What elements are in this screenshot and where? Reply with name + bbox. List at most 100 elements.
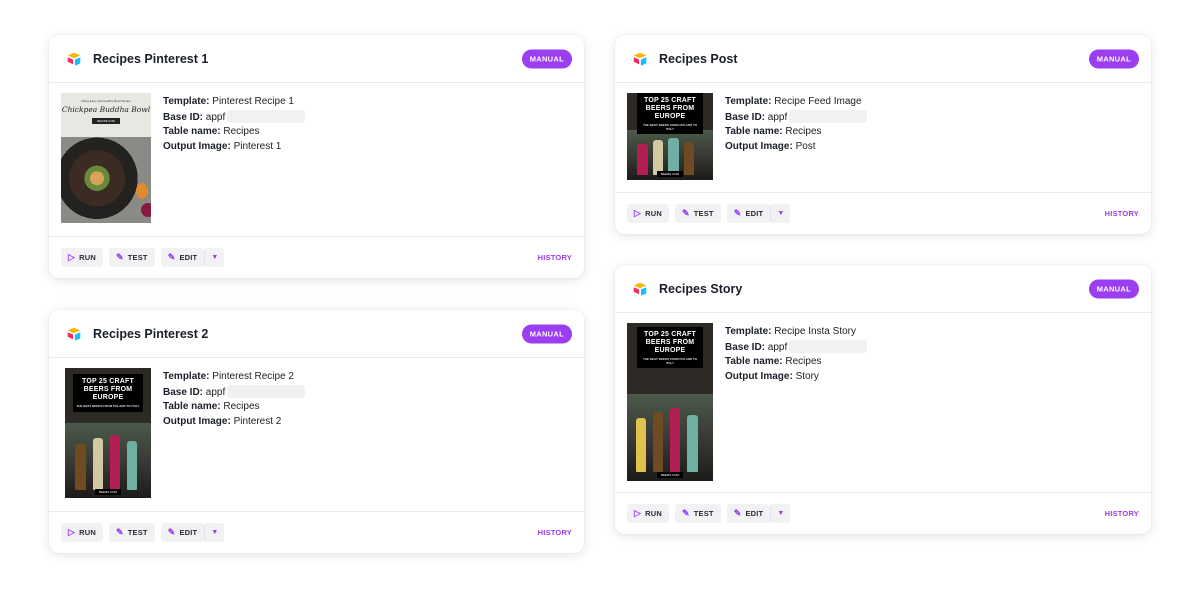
template-row: Template: Recipe Insta Story [725,326,856,337]
history-link[interactable]: HISTORY [1105,209,1139,218]
thumbnail-subtitle: THE BEST BEERS FROM POLAND TO ITALY [642,357,698,365]
card-header: Recipes Pinterest 2 MANUAL [49,310,584,358]
pencil-icon: ✎ [167,252,176,262]
thumbnail-headline: TOP 25 CRAFT BEERS FROM EUROPE THE BEST … [637,93,703,135]
pencil-icon: ✎ [167,527,176,537]
thumbnail-title: Chickpea Buddha Bowl [61,105,151,114]
table-name-row: Table name: Recipes [725,126,822,137]
thumbnail-title: TOP 25 CRAFT BEERS FROM EUROPE [644,97,696,121]
run-button[interactable]: ▷ RUN [627,504,669,523]
template-thumbnail[interactable]: TOP 25 CRAFT BEERS FROM EUROPE THE BEST … [65,368,151,498]
test-button[interactable]: ✎ TEST [108,523,155,542]
base-id-value: appf [767,111,788,123]
card-info: Template: Recipe Insta Story Base ID: ap… [725,325,868,481]
card-header: Recipes Post MANUAL [615,35,1151,83]
card-actions: ▷ RUN ✎ TEST ✎ EDIT ▼ HISTORY [615,192,1151,234]
card-title: Recipes Pinterest 1 [93,51,209,66]
chevron-down-icon: ▼ [211,529,219,536]
table-name-row: Table name: Recipes [163,126,260,137]
run-button[interactable]: ▷ RUN [627,204,669,223]
history-link[interactable]: HISTORY [538,253,572,262]
template-value: Pinterest Recipe 1 [212,96,294,107]
base-id-row: Base ID: appf [725,339,868,356]
base-id-row: Base ID: appf [163,109,306,126]
trigger-mode-badge: MANUAL [521,324,572,343]
pencil-icon: ✎ [733,508,742,518]
base-id-row: Base ID: appf [725,109,868,126]
table-name-row: Table name: Recipes [725,356,822,367]
redacted-value [789,109,868,123]
automation-card: Recipes Post MANUAL TOP 25 CRAFT BEERS F… [615,35,1151,234]
more-actions-dropdown[interactable]: ▼ [770,504,791,523]
template-thumbnail[interactable]: TOP 25 CRAFT BEERS FROM EUROPE THE BEST … [627,323,713,481]
thumbnail-title: TOP 25 CRAFT BEERS FROM EUROPE [644,331,696,355]
thumbnail-top-text: Filling Easy and Healthy Bowl Recipe [81,99,131,103]
output-image-value: Post [795,140,816,152]
play-icon: ▷ [634,208,642,218]
run-button[interactable]: ▷ RUN [61,523,103,542]
base-id-row: Base ID: appf [163,384,306,401]
table-name-value: Recipes [785,356,822,367]
output-image-row: Output Image: Story [725,370,819,382]
template-value: Pinterest Recipe 2 [212,371,294,382]
card-info: Template: Pinterest Recipe 1 Base ID: ap… [163,95,306,223]
pencil-icon: ✎ [733,208,742,218]
beet-decor [141,203,151,217]
chevron-down-icon: ▼ [777,210,785,217]
edit-button[interactable]: ✎ EDIT [726,504,771,523]
output-image-value: Story [795,370,819,382]
trigger-mode-badge: MANUAL [521,49,572,68]
output-image-row: Output Image: Pinterest 2 [163,415,282,427]
history-link[interactable]: HISTORY [538,528,572,537]
edit-button[interactable]: ✎ EDIT [160,248,205,267]
test-button[interactable]: ✎ TEST [674,504,721,523]
template-row: Template: Pinterest Recipe 2 [163,371,294,382]
thumbnail-tag: BEERS.COM [656,472,684,478]
play-icon: ▷ [634,508,642,518]
card-actions: ▷ RUN ✎ TEST ✎ EDIT ▼ HISTORY [49,236,584,278]
run-button[interactable]: ▷ RUN [61,248,103,267]
template-row: Template: Pinterest Recipe 1 [163,96,294,107]
airtable-logo-icon [67,52,81,66]
card-info: Template: Recipe Feed Image Base ID: app… [725,95,868,180]
more-actions-dropdown[interactable]: ▼ [204,248,225,267]
history-link[interactable]: HISTORY [1105,509,1139,518]
automation-card: Recipes Pinterest 2 MANUAL TOP 25 CRAFT … [49,310,584,553]
card-body: Filling Easy and Healthy Bowl Recipe Chi… [49,83,584,223]
test-button[interactable]: ✎ TEST [674,204,721,223]
pencil-icon: ✎ [681,508,690,518]
edit-button[interactable]: ✎ EDIT [160,523,205,542]
thumbnail-subtitle: THE BEST BEERS FROM POLAND TO ITALY [642,123,698,131]
template-thumbnail[interactable]: TOP 25 CRAFT BEERS FROM EUROPE THE BEST … [627,93,713,180]
airtable-logo-icon [633,282,647,296]
redacted-value [227,109,306,123]
card-title: Recipes Pinterest 2 [93,326,209,341]
more-actions-dropdown[interactable]: ▼ [204,523,225,542]
table-name-row: Table name: Recipes [163,401,260,412]
airtable-logo-icon [67,327,81,341]
base-id-value: appf [205,386,226,398]
automation-card: Recipes Pinterest 1 MANUAL Filling Easy … [49,35,584,278]
output-image-value: Pinterest 1 [233,140,282,152]
card-actions: ▷ RUN ✎ TEST ✎ EDIT ▼ HISTORY [615,492,1151,534]
automation-card: Recipes Story MANUAL TOP 25 CRAFT BEERS … [615,265,1151,534]
card-body: TOP 25 CRAFT BEERS FROM EUROPE THE BEST … [615,313,1151,481]
bottles-photo [65,422,151,498]
template-value: Recipe Insta Story [774,326,856,337]
template-thumbnail[interactable]: Filling Easy and Healthy Bowl Recipe Chi… [61,93,151,223]
card-actions: ▷ RUN ✎ TEST ✎ EDIT ▼ HISTORY [49,511,584,553]
card-header: Recipes Pinterest 1 MANUAL [49,35,584,83]
more-actions-dropdown[interactable]: ▼ [770,204,791,223]
thumbnail-tag: RECIPE.COM [92,118,120,124]
chevron-down-icon: ▼ [211,254,219,261]
bowl-photo [61,137,151,223]
thumbnail-tag: BEERS.COM [656,171,684,177]
edit-button[interactable]: ✎ EDIT [726,204,771,223]
test-button[interactable]: ✎ TEST [108,248,155,267]
airtable-logo-icon [633,52,647,66]
sweet-potato-decor [136,183,148,199]
play-icon: ▷ [68,252,76,262]
template-value: Recipe Feed Image [774,96,862,107]
thumbnail-headline: TOP 25 CRAFT BEERS FROM EUROPE THE BEST … [73,374,143,412]
template-row: Template: Recipe Feed Image [725,96,862,107]
